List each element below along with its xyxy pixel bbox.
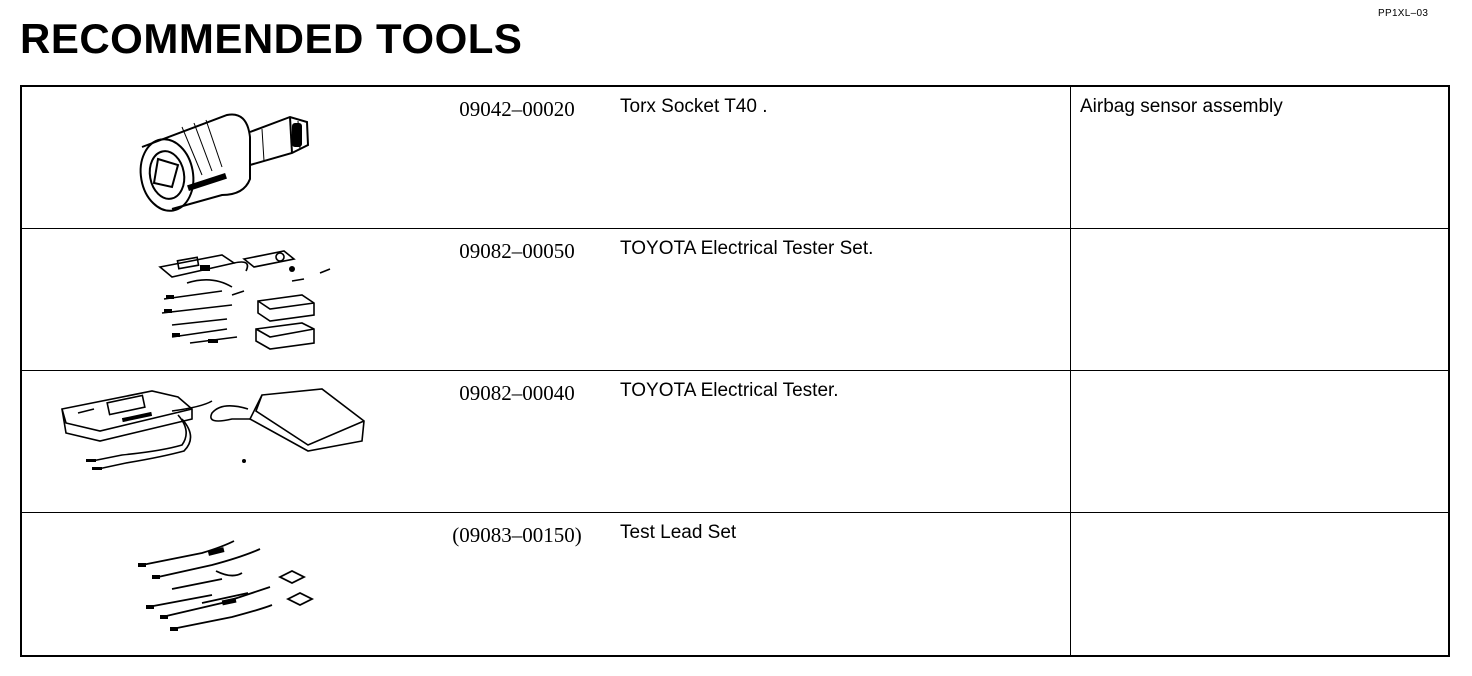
column-divider	[1070, 87, 1071, 228]
tool-name: TOYOTA Electrical Tester Set.	[620, 238, 874, 259]
part-number: (09083–00150)	[452, 523, 582, 547]
tester-set-illustration	[22, 229, 442, 369]
test-lead-set-illustration	[22, 513, 442, 653]
column-divider	[1070, 229, 1071, 370]
column-divider	[1070, 371, 1071, 512]
torx-socket-illustration	[22, 87, 442, 227]
tool-application: Airbag sensor assembly	[1080, 96, 1283, 117]
tools-table: 09042–00020 Torx Socket T40 . Airbag sen…	[20, 85, 1450, 657]
column-divider	[1070, 513, 1071, 657]
tool-row: 09042–00020 Torx Socket T40 . Airbag sen…	[22, 87, 1448, 229]
page-title: RECOMMENDED TOOLS	[20, 15, 523, 62]
part-number: 09042–00020	[459, 97, 575, 121]
tool-name: TOYOTA Electrical Tester.	[620, 380, 839, 401]
tool-row: 09082–00040 TOYOTA Electrical Tester.	[22, 371, 1448, 513]
part-number: 09082–00040	[459, 381, 575, 405]
tool-name: Test Lead Set	[620, 522, 737, 543]
part-number: 09082–00050	[459, 239, 575, 263]
tool-row: 09082–00050 TOYOTA Electrical Tester Set…	[22, 229, 1448, 371]
document-code: PP1XL–03	[1378, 8, 1429, 19]
electrical-tester-illustration	[22, 371, 442, 511]
tool-row: (09083–00150) Test Lead Set	[22, 513, 1448, 657]
tool-name: Torx Socket T40 .	[620, 96, 768, 117]
